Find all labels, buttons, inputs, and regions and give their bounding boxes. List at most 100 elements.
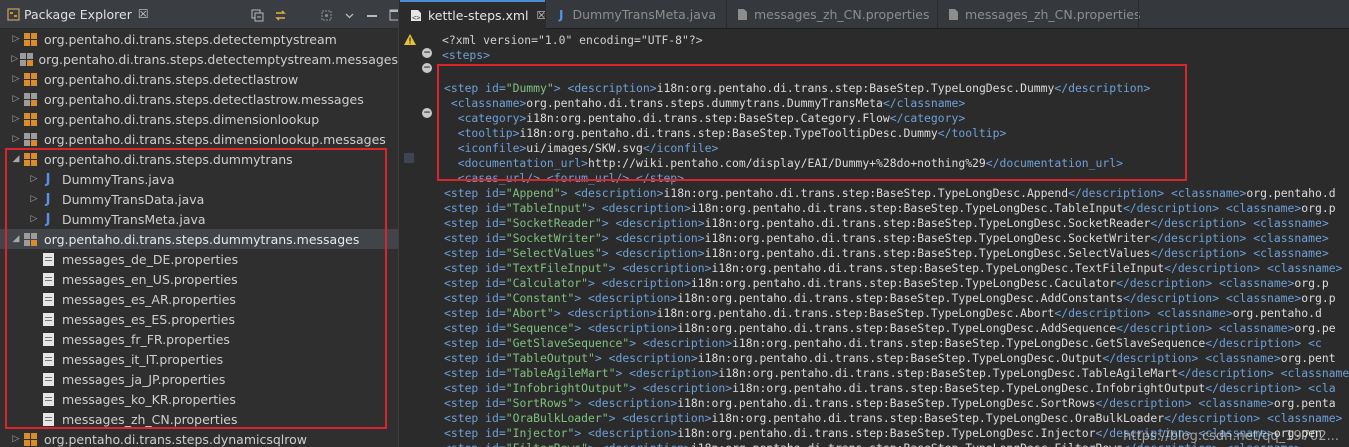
package-explorer-header: Package Explorer ☒ <box>0 0 398 29</box>
code-token: id= <box>485 261 506 275</box>
code-token: <step <box>444 81 486 95</box>
code-token: "Calculator" <box>505 276 589 290</box>
tree-item[interactable]: ▷ org.pentaho.di.trans.steps.detectlastro… <box>0 89 398 109</box>
collapsed-arrow-icon[interactable]: ▷ <box>10 109 22 129</box>
code-token: id= <box>485 426 506 440</box>
code-token: org.pentaho.d <box>1246 186 1336 200</box>
link-with-editor-icon[interactable] <box>273 8 287 22</box>
tree-item[interactable]: ▷ J DummyTransMeta.java <box>0 209 398 229</box>
code-token: </category> <box>889 111 966 125</box>
package-icon <box>22 431 38 447</box>
tree-item-label: messages_it_IT.properties <box>62 351 224 367</box>
properties-file-icon <box>737 8 748 21</box>
tree-item[interactable]: messages_de_DE.properties <box>0 249 398 269</box>
code-token: org.pentaho.di.trans.steps.dummytrans.Du… <box>526 96 883 110</box>
collapsed-arrow-icon[interactable]: ▷ <box>10 49 20 69</box>
tree-item[interactable]: ▷ J DummyTrans.java <box>0 169 398 189</box>
editor-tab[interactable]: messages_zh_CN.properties <box>938 0 1141 29</box>
code-token: <step <box>444 186 486 200</box>
code-token: <step <box>444 441 485 447</box>
tree-item[interactable]: ▷ org.pentaho.di.trans.steps.detectemptys… <box>0 29 398 49</box>
java-file-icon: J <box>559 7 564 22</box>
editor-tab[interactable]: <> kettle-steps.xml ☒ <box>400 0 546 29</box>
tree-item[interactable]: messages_ko_KR.properties <box>0 389 398 409</box>
code-line: <step id="Append"> <description>i18n:org… <box>444 186 1336 201</box>
code-token: "InfobrightOutput" <box>505 381 630 395</box>
close-icon[interactable]: ☒ <box>138 7 149 21</box>
tree-item-label: messages_ja_JP.properties <box>62 371 226 387</box>
tree-item[interactable]: messages_ja_JP.properties <box>0 369 398 389</box>
code-token: </description> <classname> <box>1116 276 1295 290</box>
tree-item[interactable]: messages_es_ES.properties <box>0 309 398 329</box>
collapsed-arrow-icon[interactable]: ▷ <box>10 429 22 447</box>
properties-file-icon <box>40 251 56 267</box>
tree-item[interactable]: ◢ org.pentaho.di.trans.steps.dummytrans.m… <box>0 229 398 249</box>
collapse-all-icon[interactable] <box>250 8 264 22</box>
fold-toggle-icon[interactable]: − <box>422 48 432 58</box>
code-token: <step <box>444 366 486 380</box>
tab-label: DummyTransMeta.java <box>572 7 716 22</box>
code-token: i18n:org.pentaho.di.trans.step:BaseStep.… <box>697 351 1103 365</box>
collapsed-arrow-icon[interactable]: ▷ <box>10 89 22 109</box>
collapsed-arrow-icon[interactable]: ▷ <box>28 169 40 189</box>
code-token: "Injector" <box>505 426 575 440</box>
collapsed-arrow-icon[interactable]: ▷ <box>10 29 22 49</box>
code-token: org.p <box>1301 291 1336 305</box>
code-token: id= <box>485 381 506 395</box>
code-token: <step <box>444 336 486 350</box>
properties-file-icon <box>40 351 56 367</box>
collapsed-arrow-icon[interactable]: ▷ <box>10 69 22 89</box>
message-package-icon <box>22 231 38 247</box>
code-line: <step id="TableOutput"> <description>i18… <box>444 351 1336 366</box>
package-explorer-title[interactable]: Package Explorer <box>24 7 132 22</box>
tree-item[interactable]: ▷ org.pentaho.di.trans.steps.dimensionloo… <box>0 129 398 149</box>
code-token: > <description> <box>594 351 698 365</box>
tree-item-label: org.pentaho.di.trans.steps.dimensionlook… <box>44 111 320 127</box>
code-token: </description> <classname> <box>1164 411 1343 425</box>
tree-item[interactable]: ▷ org.pentaho.di.trans.steps.detectemptys… <box>0 49 398 69</box>
maximize-icon[interactable] <box>388 8 398 22</box>
tree-item[interactable]: ▷ J DummyTransData.java <box>0 189 398 209</box>
fold-toggle-icon[interactable]: − <box>422 63 432 73</box>
code-token: <step <box>444 216 486 230</box>
tree-item-label: org.pentaho.di.trans.steps.detectlastrow <box>44 71 299 87</box>
editor-tab[interactable]: J DummyTransMeta.java <box>546 0 726 29</box>
code-line: <cases_url/> <forum_url/> </step> <box>444 171 684 186</box>
collapsed-arrow-icon[interactable]: ▷ <box>10 129 22 149</box>
message-package-icon <box>22 131 38 147</box>
tree-item[interactable]: messages_en_US.properties <box>0 269 398 289</box>
collapsed-arrow-icon[interactable]: ▷ <box>28 189 40 209</box>
collapsed-arrow-icon[interactable]: ▷ <box>28 209 40 229</box>
code-token: > <description> <box>608 261 712 275</box>
code-token: id= <box>485 201 506 215</box>
tree-item[interactable]: messages_es_AR.properties <box>0 289 398 309</box>
java-file-icon: J <box>45 191 51 207</box>
tree-item[interactable]: messages_it_IT.properties <box>0 349 398 369</box>
tree-item[interactable]: ◢ org.pentaho.di.trans.steps.dummytrans <box>0 149 398 169</box>
code-token: </description> <classname> <box>1150 246 1329 260</box>
view-menu-icon[interactable] <box>342 8 356 22</box>
code-area[interactable]: <?xml version="1.0" encoding="UTF-8"?> <s… <box>442 30 1349 447</box>
expanded-arrow-icon[interactable]: ◢ <box>10 149 22 169</box>
code-token: i18n:org.pentaho.di.trans.step:BaseStep.… <box>656 306 1055 320</box>
expanded-arrow-icon[interactable]: ◢ <box>10 229 22 249</box>
code-token: </description> <classname> <box>1068 186 1247 200</box>
code-token: <documentation_url> <box>444 156 589 170</box>
focus-icon[interactable] <box>319 8 333 22</box>
collapsed-arrow-icon <box>28 249 40 269</box>
minimize-icon[interactable] <box>365 8 379 22</box>
tree-item[interactable]: ▷ org.pentaho.di.trans.steps.dynamicsqlro… <box>0 429 398 447</box>
code-token: > <description> <box>574 396 678 410</box>
tree-item[interactable]: ▷ org.pentaho.di.trans.steps.dimensionloo… <box>0 109 398 129</box>
tree-item[interactable]: ▷ org.pentaho.di.trans.steps.detectlastro… <box>0 69 398 89</box>
code-token: id= <box>485 441 506 447</box>
editor-tab[interactable]: messages_zh_CN.properties <box>727 0 937 29</box>
tab-label: messages_zh_CN.properties <box>965 7 1141 22</box>
code-token: </documentation_url> <box>985 156 1123 170</box>
tree-item[interactable]: messages_fr_FR.properties <box>0 329 398 349</box>
code-token: </description> <classname> <box>1150 216 1329 230</box>
code-token: <step <box>444 306 486 320</box>
tree-item[interactable]: messages_zh_CN.properties <box>0 409 398 429</box>
code-token: i18n:org.pentaho.di.trans.step:BaseStep.… <box>663 186 1069 200</box>
fold-toggle-icon[interactable]: − <box>422 108 432 118</box>
